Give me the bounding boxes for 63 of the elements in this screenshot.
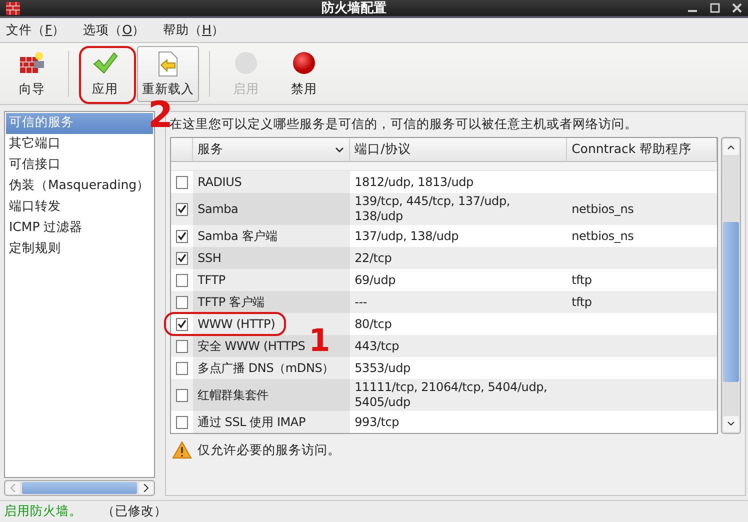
table-cell: 443/tcp bbox=[350, 335, 567, 357]
scrollbar-thumb[interactable] bbox=[722, 222, 739, 382]
modified-text: （已修改） bbox=[102, 503, 167, 520]
table-cell: 22/tcp bbox=[350, 247, 567, 269]
checkbox[interactable] bbox=[176, 318, 188, 330]
table-cell: 139/tcp, 445/tcp, 137/udp, 138/udp bbox=[350, 193, 567, 225]
vertical-scrollbar[interactable] bbox=[720, 137, 741, 434]
table-cell: 通过 SSL 使用 IMAP bbox=[192, 411, 350, 433]
maximize-icon[interactable] bbox=[710, 3, 720, 13]
circle-icon bbox=[234, 50, 258, 74]
circle-icon bbox=[292, 50, 316, 74]
scrollbar-thumb[interactable] bbox=[22, 482, 137, 494]
table-cell: SSH bbox=[192, 247, 350, 269]
category-item[interactable]: 端口转发 bbox=[6, 197, 153, 218]
checkmark-icon bbox=[92, 50, 118, 74]
column-header[interactable]: Conntrack 帮助程序 bbox=[566, 138, 717, 162]
toolbar-button[interactable]: 应用 bbox=[79, 46, 131, 102]
horizontal-scrollbar[interactable] bbox=[4, 480, 155, 496]
close-icon[interactable] bbox=[732, 3, 742, 13]
category-item[interactable]: 可信接口 bbox=[6, 155, 153, 176]
checkbox[interactable] bbox=[176, 176, 188, 188]
checkbox[interactable] bbox=[176, 274, 188, 286]
table-cell: RADIUS bbox=[192, 171, 350, 193]
document-arrow-icon bbox=[157, 50, 179, 76]
toolbar-button[interactable]: 向导 bbox=[6, 46, 58, 102]
column-header[interactable]: 端口/协议 bbox=[350, 138, 567, 162]
category-item[interactable]: 定制规则 bbox=[6, 239, 153, 260]
column-header[interactable]: 服务 bbox=[192, 138, 350, 162]
toolbar-button[interactable]: 禁用 bbox=[278, 46, 330, 102]
category-item[interactable]: 其它端口 bbox=[6, 134, 153, 155]
table-cell: --- bbox=[350, 291, 567, 313]
firewall-icon bbox=[6, 2, 20, 14]
window-title: 防火墙配置 bbox=[320, 0, 388, 17]
table-cell: TFTP bbox=[192, 269, 350, 291]
checkbox[interactable] bbox=[176, 296, 188, 308]
table-cell: tftp bbox=[566, 291, 717, 313]
table-cell: TFTP 客户端 bbox=[192, 291, 350, 313]
category-item[interactable]: ICMP 过滤器 bbox=[6, 218, 153, 239]
checkbox[interactable] bbox=[176, 362, 188, 374]
menu-item[interactable]: 选项（O） bbox=[83, 22, 146, 38]
table-cell: Samba 客户端 bbox=[192, 225, 350, 247]
menu-item[interactable]: 文件（F） bbox=[6, 22, 66, 38]
annotation-ring bbox=[79, 46, 136, 104]
table-cell: 红帽群集套件 bbox=[192, 379, 350, 411]
brick-wall-icon bbox=[19, 50, 45, 74]
checkbox[interactable] bbox=[176, 230, 188, 242]
column-header bbox=[170, 138, 193, 162]
warning-text: 仅允许必要的服务访问。 bbox=[198, 442, 341, 458]
table-cell: netbios_ns bbox=[566, 193, 717, 225]
toolbar-button[interactable]: 重新载入 bbox=[137, 46, 199, 102]
checkbox[interactable] bbox=[176, 416, 188, 428]
checkbox[interactable] bbox=[176, 202, 188, 216]
menu-item[interactable]: 帮助（H） bbox=[163, 22, 224, 38]
checkbox[interactable] bbox=[176, 388, 188, 402]
status-text: 启用防火墙。 bbox=[4, 503, 82, 520]
table-cell: 多点广播 DNS（mDNS） bbox=[192, 357, 350, 379]
category-item[interactable]: 伪装（Masquerading） bbox=[6, 176, 153, 197]
table-cell: Samba bbox=[192, 193, 350, 225]
checkbox[interactable] bbox=[176, 340, 188, 352]
checkbox[interactable] bbox=[176, 252, 188, 264]
warning-icon bbox=[172, 441, 192, 459]
chevron-down-icon bbox=[334, 146, 344, 152]
table-cell: 11111/tcp, 21064/tcp, 5404/udp, 5405/udp bbox=[350, 379, 567, 411]
